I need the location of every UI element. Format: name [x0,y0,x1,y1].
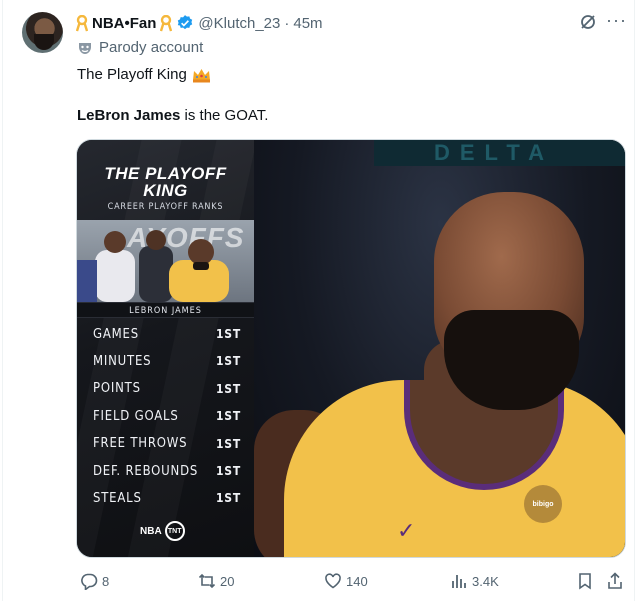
jersey-patch: bibigo [524,485,562,523]
stat-row: MINUTES 1ST [93,350,241,372]
timestamp[interactable]: 45m [293,15,322,32]
stat-label: POINTS [93,381,141,397]
stat-row: FIELD GOALS 1ST [93,405,241,427]
tweet-text-playoff-king: The Playoff King [77,66,187,83]
stat-rank: 1ST [215,436,241,451]
tweet-text-line1: The Playoff King [77,65,211,85]
graphic-title-line2: KING [143,181,188,200]
more-icon[interactable]: ··· [606,11,627,29]
stat-rank: 1ST [215,327,241,341]
stat-label: STEALS [93,490,142,506]
views-icon [450,572,468,590]
author-name[interactable]: NBA•Fan [92,15,156,32]
action-bar: 8 20 140 3.4K [76,572,626,594]
stat-row: GAMES 1ST [93,323,241,345]
tweet-text-line2: LeBron James is the GOAT. [77,106,268,126]
like-icon [324,572,342,590]
grok-icon[interactable] [579,13,597,31]
swoosh-icon: ✓ [397,518,416,543]
reply-count: 8 [102,573,110,589]
stat-rank: 1ST [215,464,241,478]
stat-label: MINUTES [93,353,152,369]
tweet-card[interactable]: NBA•Fan @Klutch_23 · 45m ··· Parody acco… [2,0,635,601]
stat-label: FREE THROWS [93,436,188,452]
reply-button[interactable]: 8 [80,572,109,590]
repost-count: 20 [220,573,235,589]
stat-rank: 1ST [215,409,241,424]
stat-rank: 1ST [215,354,241,369]
verified-badge-icon [176,14,194,32]
separator-dot: · [284,14,290,32]
stat-rank: 1ST [215,491,241,506]
like-button[interactable]: 140 [324,572,368,590]
crown-icon [192,67,211,83]
tweet-text-bold-name: LeBron James [77,107,181,124]
tnt-logo-icon: TNT [164,521,185,541]
views-button[interactable]: 3.4K [450,572,499,590]
tweet-media-image[interactable]: THE PLAYOFF KING CAREER PLAYOFF RANKS AY… [76,139,626,558]
like-count: 140 [346,573,368,589]
stat-label: DEF. REBOUNDS [93,463,199,479]
player-photo: DELTA ✓ bibigo [254,140,625,557]
parody-mask-icon [77,40,93,56]
ribbon-icon [76,14,88,32]
parody-label: Parody account [77,39,203,56]
graphic-player-name: LEBRON JAMES [77,302,254,318]
stat-row: FREE THROWS 1ST [93,433,241,455]
graphic-logos: NBA TNT [140,521,185,541]
nba-logo-icon: NBA [140,525,162,537]
repost-icon [198,572,216,590]
repost-button[interactable]: 20 [198,572,234,590]
stat-label: FIELD GOALS [93,408,179,424]
share-button[interactable] [606,572,624,590]
stat-label: GAMES [93,326,139,342]
tweet-header: NBA•Fan @Klutch_23 · 45m [76,13,323,33]
tweet-text-rest: is the GOAT. [180,107,269,124]
playoff-ranks-graphic: THE PLAYOFF KING CAREER PLAYOFF RANKS AY… [77,140,254,557]
graphic-title-line1: THE PLAYOFF [104,164,227,183]
views-count: 3.4K [472,573,499,589]
parody-text: Parody account [99,39,204,56]
stat-row: STEALS 1ST [93,487,241,509]
avatar[interactable] [22,12,63,53]
ribbon-icon [160,14,173,32]
stat-rank: 1ST [215,381,241,396]
avatar-beard [34,34,54,50]
author-handle[interactable]: @Klutch_23 [198,15,280,32]
arena-sign: DELTA [374,140,625,166]
graphic-subtitle: CAREER PLAYOFF RANKS [107,202,224,212]
bookmark-button[interactable] [576,572,594,590]
bookmark-icon [576,572,594,590]
share-icon [606,572,624,590]
stat-row: DEF. REBOUNDS 1ST [93,460,241,482]
graphic-player-photos: AYOFFS [77,220,254,302]
reply-icon [80,572,98,590]
stat-row: POINTS 1ST [93,378,241,400]
